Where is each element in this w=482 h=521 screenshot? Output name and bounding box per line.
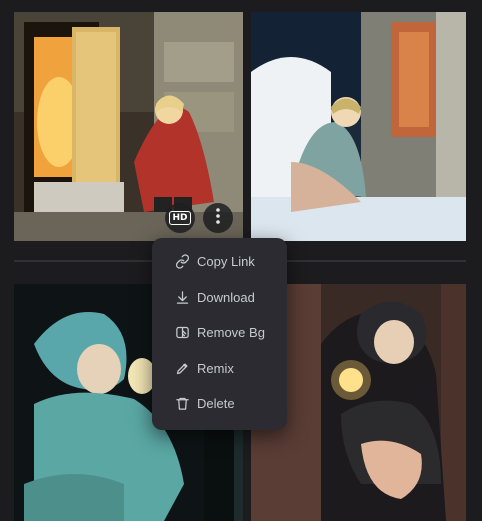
remove-bg-icon [174, 325, 190, 341]
remix-label: Remix [197, 360, 234, 376]
delete-menu-item[interactable]: Delete [152, 386, 287, 422]
remove-bg-label: Remove Bg [197, 325, 265, 341]
image-context-menu: Copy Link Download Remove Bg Remix Delet… [152, 238, 287, 430]
generated-artwork-window [251, 12, 466, 241]
remove-bg-menu-item[interactable]: Remove Bg [152, 315, 287, 351]
more-vertical-icon [216, 208, 220, 228]
pencil-icon [174, 360, 190, 376]
remix-menu-item[interactable]: Remix [152, 351, 287, 387]
download-label: Download [197, 289, 255, 305]
delete-label: Delete [197, 396, 235, 412]
link-icon [174, 254, 190, 270]
hd-upscale-button[interactable]: HD [165, 203, 195, 233]
image-gallery: HD Copy Link Download Remove Bg Remix De… [0, 0, 482, 521]
download-icon [174, 289, 190, 305]
trash-icon [174, 396, 190, 412]
download-menu-item[interactable]: Download [152, 280, 287, 316]
copy-link-menu-item[interactable]: Copy Link [152, 244, 287, 280]
copy-link-label: Copy Link [197, 254, 255, 270]
more-options-button[interactable] [203, 203, 233, 233]
gallery-image[interactable] [251, 12, 466, 241]
hd-label: HD [169, 211, 191, 225]
